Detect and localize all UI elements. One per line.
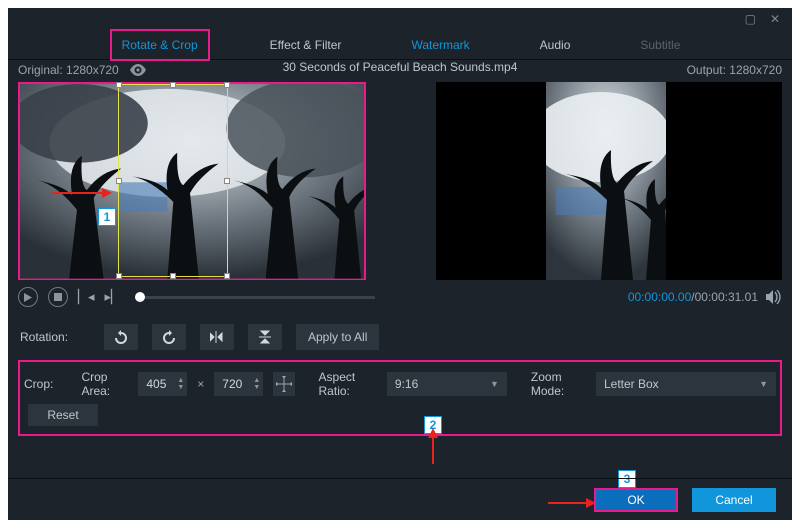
footer: OK Cancel: [8, 478, 792, 520]
info-row: Original: 1280x720 Output: 1280x720: [8, 60, 792, 80]
ok-button[interactable]: OK: [594, 488, 678, 512]
crop-area-label: Crop Area:: [81, 370, 128, 398]
next-frame-icon[interactable]: ▸▏: [105, 289, 122, 305]
output-preview: [436, 82, 782, 280]
crop-width-input[interactable]: ▲▼: [138, 372, 187, 396]
playback-controls: ▏◂ ▸▏ 00:00:00.00/00:00:31.01: [8, 284, 792, 310]
tab-audio[interactable]: Audio: [530, 31, 581, 59]
zoom-mode-select[interactable]: Letter Box ▼: [596, 372, 776, 396]
rotate-left-button[interactable]: [104, 324, 138, 350]
crop-height-input[interactable]: ▲▼: [214, 372, 263, 396]
crop-handle-mr[interactable]: [224, 178, 230, 184]
play-button[interactable]: [18, 287, 38, 307]
original-resolution: Original: 1280x720: [18, 63, 119, 77]
eye-icon[interactable]: [129, 64, 147, 76]
width-up-icon[interactable]: ▲: [177, 377, 184, 384]
aspect-ratio-select[interactable]: 9:16 ▼: [387, 372, 507, 396]
current-time: 00:00:00.00: [628, 290, 691, 304]
tab-watermark[interactable]: Watermark: [401, 31, 479, 59]
aspect-ratio-label: Aspect Ratio:: [319, 370, 377, 398]
crop-rectangle[interactable]: [118, 84, 228, 277]
rotation-row: Rotation: Apply to All: [8, 310, 792, 350]
tab-subtitle: Subtitle: [630, 31, 690, 59]
crop-width-field[interactable]: [138, 377, 174, 391]
crop-handle-ml[interactable]: [116, 178, 122, 184]
maximize-icon[interactable]: ▢: [745, 12, 756, 26]
original-preview[interactable]: 1: [18, 82, 366, 280]
stop-button[interactable]: [48, 287, 68, 307]
rotate-right-button[interactable]: [152, 324, 186, 350]
crop-height-field[interactable]: [214, 377, 250, 391]
crop-handle-bl[interactable]: [116, 273, 122, 279]
crop-handle-tm[interactable]: [170, 82, 176, 88]
tab-effect-filter[interactable]: Effect & Filter: [260, 31, 352, 59]
preview-area: 1: [8, 80, 792, 282]
tab-bar: Rotate & Crop Effect & Filter Watermark …: [8, 30, 792, 60]
crop-handle-tl[interactable]: [116, 82, 122, 88]
reset-button[interactable]: Reset: [28, 404, 98, 426]
height-up-icon[interactable]: ▲: [253, 377, 260, 384]
crop-handle-br[interactable]: [224, 273, 230, 279]
flip-horizontal-button[interactable]: [200, 324, 234, 350]
zoom-mode-value: Letter Box: [604, 377, 659, 391]
close-icon[interactable]: ✕: [770, 12, 780, 26]
titlebar: ▢ ✕: [8, 8, 792, 30]
rotation-label: Rotation:: [20, 330, 90, 344]
crop-label: Crop:: [24, 377, 71, 391]
seek-slider[interactable]: [135, 296, 375, 299]
center-crop-button[interactable]: [273, 372, 294, 396]
editor-window: ▢ ✕ Rotate & Crop Effect & Filter Waterm…: [8, 8, 792, 520]
output-image: [546, 82, 666, 280]
cancel-button[interactable]: Cancel: [692, 488, 776, 512]
multiply-label: ×: [197, 377, 204, 391]
time-display: 00:00:00.00/00:00:31.01: [628, 290, 758, 304]
crop-handle-tr[interactable]: [224, 82, 230, 88]
annotation-step-1: 1: [98, 208, 116, 226]
volume-icon[interactable]: [766, 290, 782, 304]
width-down-icon[interactable]: ▼: [177, 384, 184, 391]
output-resolution: Output: 1280x720: [687, 63, 782, 77]
crop-section: Crop: Crop Area: ▲▼ × ▲▼ Aspect Ratio: 9…: [18, 360, 782, 436]
crop-handle-bm[interactable]: [170, 273, 176, 279]
flip-vertical-button[interactable]: [248, 324, 282, 350]
tab-rotate-crop[interactable]: Rotate & Crop: [110, 29, 210, 61]
chevron-down-icon: ▼: [759, 379, 768, 389]
height-down-icon[interactable]: ▼: [253, 384, 260, 391]
prev-frame-icon[interactable]: ▏◂: [78, 289, 95, 305]
chevron-down-icon: ▼: [490, 379, 499, 389]
annotation-arrow-2: [432, 438, 434, 464]
aspect-ratio-value: 9:16: [395, 377, 418, 391]
annotation-arrow-1: [52, 192, 102, 194]
seek-thumb[interactable]: [135, 292, 145, 302]
apply-to-all-button[interactable]: Apply to All: [296, 324, 379, 350]
zoom-mode-label: Zoom Mode:: [531, 370, 586, 398]
total-time: 00:00:31.01: [695, 290, 758, 304]
